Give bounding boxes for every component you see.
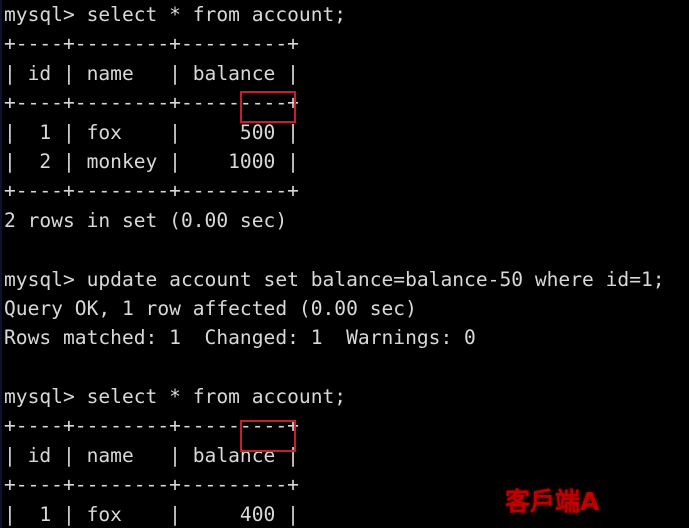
- terminal-line: | id | name | balance |: [4, 443, 299, 467]
- terminal-line: mysql> select * from account;: [4, 385, 347, 409]
- terminal-line: 2 rows in set (0.00 sec): [4, 208, 288, 232]
- terminal-window[interactable]: mysql> select * from account; +----+----…: [0, 0, 689, 528]
- terminal-line: | 2 | monkey | 1000 |: [4, 149, 299, 173]
- terminal-line: mysql> update account set balance=balanc…: [4, 267, 665, 291]
- terminal-line: Query OK, 1 row affected (0.00 sec): [4, 296, 417, 320]
- terminal-line: +----+--------+---------+: [4, 414, 299, 438]
- client-annotation: 客戶端A: [505, 487, 600, 516]
- terminal-line: +----+--------+---------+: [4, 32, 299, 56]
- terminal-screen: mysql> select * from account; +----+----…: [4, 0, 689, 528]
- terminal-line: | id | name | balance |: [4, 61, 299, 85]
- terminal-line: Rows matched: 1 Changed: 1 Warnings: 0: [4, 326, 476, 350]
- terminal-line: +----+--------+---------+: [4, 179, 299, 203]
- terminal-line: +----+--------+---------+: [4, 91, 299, 115]
- terminal-line: mysql> select * from account;: [4, 3, 347, 26]
- terminal-line: | 1 | fox | 500 |: [4, 120, 299, 144]
